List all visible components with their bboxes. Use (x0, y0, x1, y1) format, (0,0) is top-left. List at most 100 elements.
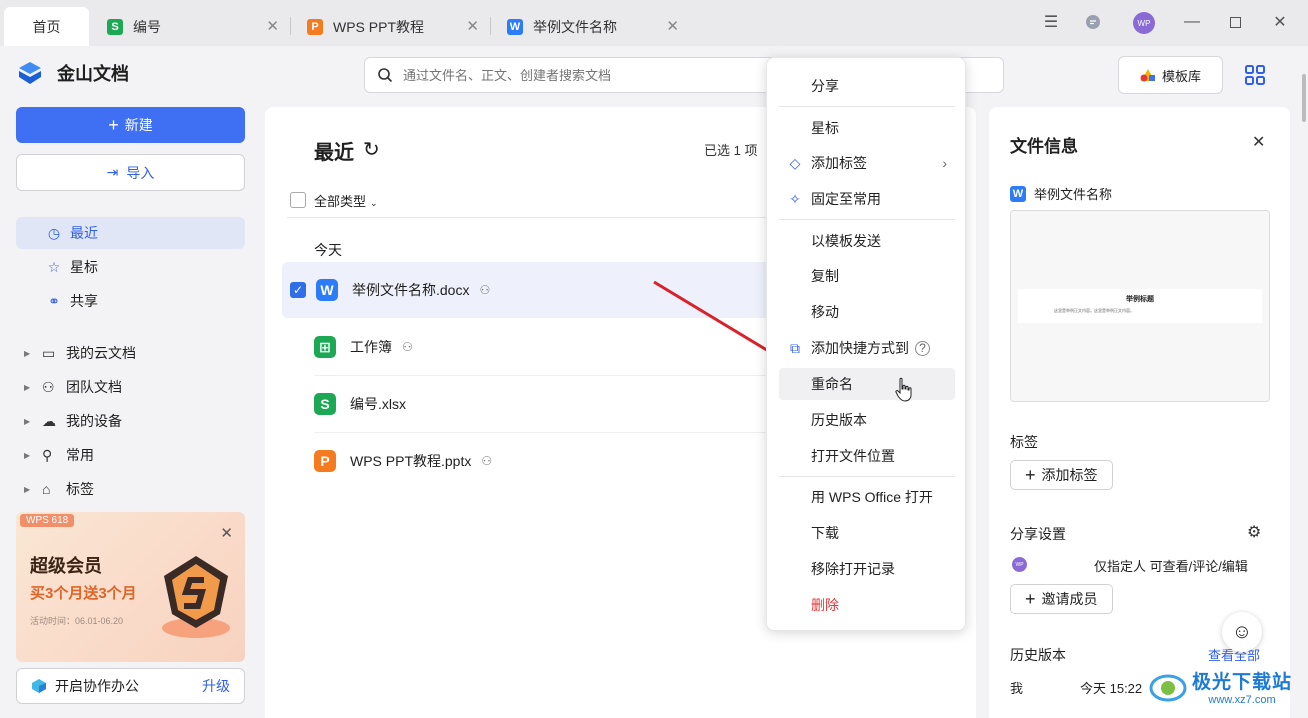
promo-banner[interactable]: WPS 618 ✕ 超级会员 买3个月送3个月 活动时间：06.01-06.20 (16, 512, 245, 662)
menu-item-rename[interactable]: 重命名 (779, 368, 955, 400)
expand-arrow-icon[interactable]: ▶ (24, 451, 42, 460)
tree-tags[interactable]: ▶ ⌂ 标签 (24, 475, 94, 503)
divider (779, 476, 955, 477)
expand-arrow-icon[interactable]: ▶ (24, 417, 42, 426)
chevron-down-icon: ⌄ (370, 198, 378, 208)
help-icon[interactable]: ? (915, 340, 930, 356)
menu-item-open-location[interactable]: 打开文件位置 (779, 440, 955, 472)
menu-item-add-tag[interactable]: ◇ 添加标签 › (779, 147, 955, 179)
gear-icon[interactable]: ⚙ (1247, 522, 1261, 542)
menu-label: 添加快捷方式到 (811, 340, 909, 356)
expand-arrow-icon[interactable]: ▶ (24, 383, 42, 392)
menu-item-remove-record[interactable]: 移除打开记录 (779, 553, 955, 585)
tree-label: 我的云文档 (66, 345, 136, 361)
presentation-icon: P (314, 450, 336, 472)
grid-view-icon[interactable] (1244, 64, 1266, 86)
menu-item-delete[interactable]: 删除 (779, 589, 955, 621)
chat-icon[interactable] (1081, 10, 1105, 34)
shared-people-icon: ⚇ (479, 283, 491, 297)
menu-icon[interactable]: ☰ (1039, 10, 1063, 34)
menu-item-history[interactable]: 历史版本 (779, 404, 955, 436)
expand-arrow-icon[interactable]: ▶ (24, 349, 42, 358)
refresh-icon[interactable]: ↻ (363, 137, 380, 162)
template-label: 模板库 (1161, 68, 1201, 84)
file-name: 举例文件名称.docx (352, 282, 470, 298)
cloud-upload-icon: ☁ (42, 412, 56, 429)
add-tag-button[interactable]: + 添加标签 (1010, 460, 1113, 490)
menu-label: 用 WPS Office 打开 (811, 489, 933, 505)
menu-item-share[interactable]: 分享 (779, 70, 955, 102)
close-window-icon[interactable]: ✕ (1268, 10, 1292, 34)
close-icon[interactable]: ✕ (220, 524, 233, 542)
file-row[interactable]: S 编号.xlsx (282, 376, 782, 432)
menu-item-move[interactable]: 移动 (779, 296, 955, 328)
menu-item-star[interactable]: 星标 (779, 112, 955, 144)
history-heading: 历史版本 (1010, 647, 1066, 663)
menu-label: 添加标签 (811, 155, 867, 171)
close-panel-icon[interactable]: ✕ (1252, 132, 1265, 152)
tree-frequent[interactable]: ▶ ⚲ 常用 (24, 441, 94, 469)
menu-item-pin[interactable]: ✧ 固定至常用 (779, 183, 955, 215)
tab-label: WPS PPT教程 (333, 18, 425, 35)
avatar[interactable]: WP (1133, 12, 1155, 34)
close-icon[interactable]: ✕ (466, 17, 479, 35)
info-file-name: W 举例文件名称 (1010, 184, 1112, 203)
menu-label: 移动 (811, 304, 839, 320)
select-all-checkbox[interactable] (290, 192, 306, 208)
nav-label: 共享 (70, 293, 98, 309)
add-tag-label: 添加标签 (1041, 467, 1098, 483)
invite-member-button[interactable]: + 邀请成员 (1010, 584, 1113, 614)
divider (290, 17, 291, 35)
nav-starred[interactable]: ☆ 星标 (16, 251, 245, 283)
tab-home[interactable]: 首页 (4, 7, 89, 46)
menu-item-download[interactable]: 下载 (779, 517, 955, 549)
import-button[interactable]: ⇥ 导入 (16, 154, 245, 191)
maximize-icon[interactable] (1223, 10, 1247, 34)
menu-item-copy[interactable]: 复制 (779, 260, 955, 292)
share-scope[interactable]: 仅指定人 可查看/评论/编辑 (1094, 556, 1248, 575)
app-name: 金山文档 (57, 64, 129, 84)
nav-recent[interactable]: ◷ 最近 (16, 217, 245, 249)
collab-label: 开启协作办公 (55, 678, 139, 694)
invite-label: 邀请成员 (1041, 591, 1098, 607)
page-title: 最近 (314, 142, 354, 164)
minimize-icon[interactable]: — (1180, 10, 1204, 34)
menu-item-send-as-template[interactable]: 以模板发送 (779, 225, 955, 257)
type-filter[interactable]: 全部类型 ⌄ (314, 191, 378, 210)
import-icon: ⇥ (106, 164, 119, 180)
chevron-right-icon: › (942, 155, 947, 171)
tree-label: 团队文档 (66, 379, 122, 395)
shortcut-icon: ⧉ (790, 339, 800, 356)
file-row[interactable]: P WPS PPT教程.pptx ⚇ (282, 433, 782, 489)
menu-item-add-shortcut[interactable]: ⧉ 添加快捷方式到? (779, 332, 955, 364)
template-library-button[interactable]: 模板库 (1118, 56, 1223, 94)
collab-button[interactable]: 开启协作办公 升级 (16, 668, 245, 704)
divider (490, 17, 491, 35)
tab-label: 举例文件名称 (533, 18, 617, 35)
presentation-icon: P (307, 18, 323, 35)
search-input[interactable] (403, 67, 783, 83)
assistant-bot-icon[interactable]: ☺ (1222, 612, 1262, 652)
scrollbar[interactable] (1302, 74, 1306, 122)
tab-example-file[interactable]: W 举例文件名称 ✕ (495, 7, 689, 46)
nav-shared[interactable]: ⚭ 共享 (16, 285, 245, 317)
file-preview[interactable]: 举例标题 这里是举例正文内容。这里是举例正文内容。 (1010, 210, 1270, 402)
tab-ppt-tutorial[interactable]: P WPS PPT教程 ✕ (295, 7, 491, 46)
promo-subtitle: 买3个月送3个月 (30, 585, 137, 602)
tag-icon: ◇ (789, 154, 801, 171)
tree-my-cloud-docs[interactable]: ▶ ▭ 我的云文档 (24, 339, 136, 367)
close-icon[interactable]: ✕ (266, 17, 279, 35)
watermark-site: 极光下载站 (1192, 671, 1293, 693)
tree-label: 标签 (66, 481, 94, 497)
expand-arrow-icon[interactable]: ▶ (24, 485, 42, 494)
new-button[interactable]: + 新建 (16, 107, 245, 143)
tab-numbering[interactable]: S 编号 ✕ (95, 7, 291, 46)
clock-icon: ◷ (47, 224, 61, 241)
close-icon[interactable]: ✕ (666, 17, 679, 35)
menu-item-open-with-wps[interactable]: 用 WPS Office 打开 (779, 481, 955, 513)
tree-team-docs[interactable]: ▶ ⚇ 团队文档 (24, 373, 122, 401)
row-checkbox[interactable]: ✓ (290, 282, 306, 298)
spreadsheet-icon: S (314, 393, 336, 415)
tree-my-devices[interactable]: ▶ ☁ 我的设备 (24, 407, 122, 435)
upgrade-link[interactable]: 升级 (202, 676, 230, 696)
